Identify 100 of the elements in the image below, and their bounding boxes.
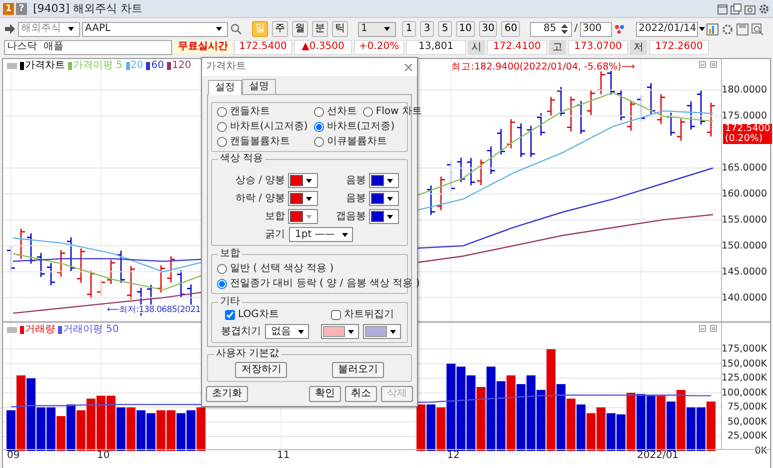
minimize-icon[interactable] (699, 325, 706, 332)
radio-button[interactable] (217, 279, 227, 289)
volume-bar (96, 396, 106, 451)
radio-label: 전일종가 대비 등락 ( 양 / 음봉 색상 적용 ) (230, 278, 420, 290)
overlap-dropdown[interactable]: 없음 (265, 324, 309, 339)
group-title: 보합 (218, 248, 242, 260)
color-picker[interactable] (321, 324, 359, 339)
price-bar (77, 248, 85, 283)
arrow-icon[interactable] (4, 24, 16, 34)
period-button[interactable]: 주 (272, 21, 288, 37)
radio-label: 캔들차트 (230, 106, 270, 118)
interval-button[interactable]: 60 (501, 21, 520, 37)
total-field[interactable]: 300 (580, 22, 612, 36)
checkbox-label: 차트뒤집기 (344, 309, 394, 321)
zoom-icon[interactable] (750, 22, 764, 36)
radio-button[interactable] (314, 107, 324, 117)
price-bar (537, 113, 545, 136)
gear-icon[interactable] (720, 22, 734, 36)
axis-label: 150.0000 (722, 240, 767, 252)
volume-bar (136, 410, 146, 451)
radio-button[interactable] (217, 107, 227, 117)
camera-icon[interactable] (744, 2, 756, 14)
color-picker[interactable] (369, 173, 399, 188)
dialog-button[interactable]: 취소 (345, 386, 377, 402)
price-bar (57, 250, 65, 277)
dialog-button[interactable]: 저장하기 (235, 362, 288, 378)
color-picker[interactable] (288, 173, 318, 188)
axis-label: 2022/01 (637, 450, 679, 462)
field-label: 시 (468, 40, 485, 54)
checkbox[interactable] (331, 310, 341, 320)
window-icon[interactable] (716, 2, 728, 14)
volume-bar (676, 390, 686, 451)
color-picker[interactable] (288, 191, 318, 206)
interval-button[interactable]: 30 (478, 21, 498, 37)
period-button[interactable]: 분 (312, 21, 328, 37)
change-value: ▲0.3500 (294, 40, 352, 54)
volume-bar (66, 404, 76, 451)
radio-button[interactable] (217, 137, 227, 147)
price-bar (507, 119, 515, 148)
copy-icon[interactable] (730, 2, 742, 14)
search-icon[interactable] (230, 23, 242, 35)
period-button[interactable]: 틱 (332, 21, 348, 37)
volume-bar (196, 407, 206, 451)
close-icon[interactable] (404, 62, 413, 72)
interval-button[interactable]: 3 (420, 21, 434, 37)
realtime-label: 무료실시간 (174, 41, 232, 53)
radio-button[interactable] (217, 264, 227, 274)
color-picker[interactable] (369, 191, 399, 206)
volume-bar (516, 384, 526, 451)
price-bar (37, 252, 45, 278)
minimize-icon[interactable] (699, 61, 706, 68)
dialog-button[interactable]: 불러오기 (332, 362, 384, 378)
color-label: 음봉 (345, 174, 366, 186)
price-bar (647, 83, 655, 114)
dialog-button[interactable]: 초기화 (206, 386, 248, 402)
radio-button[interactable] (217, 122, 227, 132)
color-picker[interactable] (288, 209, 318, 224)
tab[interactable]: 설정 (208, 80, 242, 95)
radio-button[interactable] (314, 122, 324, 132)
count-value: 85 (542, 23, 558, 35)
period-button[interactable]: 월 (292, 21, 308, 37)
save-icon[interactable] (736, 22, 749, 36)
volume-bar (686, 407, 696, 451)
color-picker[interactable] (363, 324, 401, 339)
tab[interactable]: 설명 (242, 79, 276, 94)
color-picker[interactable] (369, 209, 399, 224)
price-bar (497, 129, 505, 155)
thickness-dropdown[interactable]: 1pt —— (289, 227, 353, 242)
interval-button[interactable]: 10 (456, 21, 475, 37)
caret-icon (390, 330, 396, 334)
symbol-field[interactable]: AAPL (82, 22, 228, 36)
price-bar (547, 96, 555, 116)
interval-button[interactable]: 1 (402, 21, 416, 37)
gear-icon[interactable] (758, 2, 770, 14)
chart-icon[interactable] (706, 22, 719, 36)
radio-label: 이큐볼륨차트 (326, 136, 387, 148)
unit-dropdown[interactable]: 1 (358, 22, 396, 36)
axis-label: 75,000K (728, 402, 767, 414)
dialog-title: 가격차트 (206, 61, 246, 73)
dropdown-value: 1pt —— (294, 228, 336, 240)
checkbox[interactable] (225, 310, 235, 320)
radio-button[interactable] (314, 137, 324, 147)
radio-label: 바차트(시고저종) (230, 121, 308, 133)
radio-button[interactable] (362, 107, 373, 117)
radio-label: Flow 차트 (376, 106, 422, 118)
price-bar (607, 69, 615, 95)
volume-bar (656, 396, 666, 451)
price-bar (577, 100, 585, 134)
caret-icon (348, 330, 354, 334)
count-spinner[interactable]: 85 (530, 22, 572, 36)
group-title: 기타 (218, 296, 242, 308)
caret-icon (342, 232, 348, 236)
interval-button[interactable]: 5 (438, 21, 452, 37)
axis-label: 155.0000 (722, 214, 767, 226)
price-bar (557, 86, 565, 116)
rate-value: +0.20% (354, 40, 404, 54)
dots-icon[interactable] (614, 23, 626, 35)
spin-icon[interactable] (560, 23, 570, 35)
dialog-button[interactable]: 확인 (309, 386, 341, 402)
market-dropdown[interactable]: 해외주식 (18, 22, 80, 36)
